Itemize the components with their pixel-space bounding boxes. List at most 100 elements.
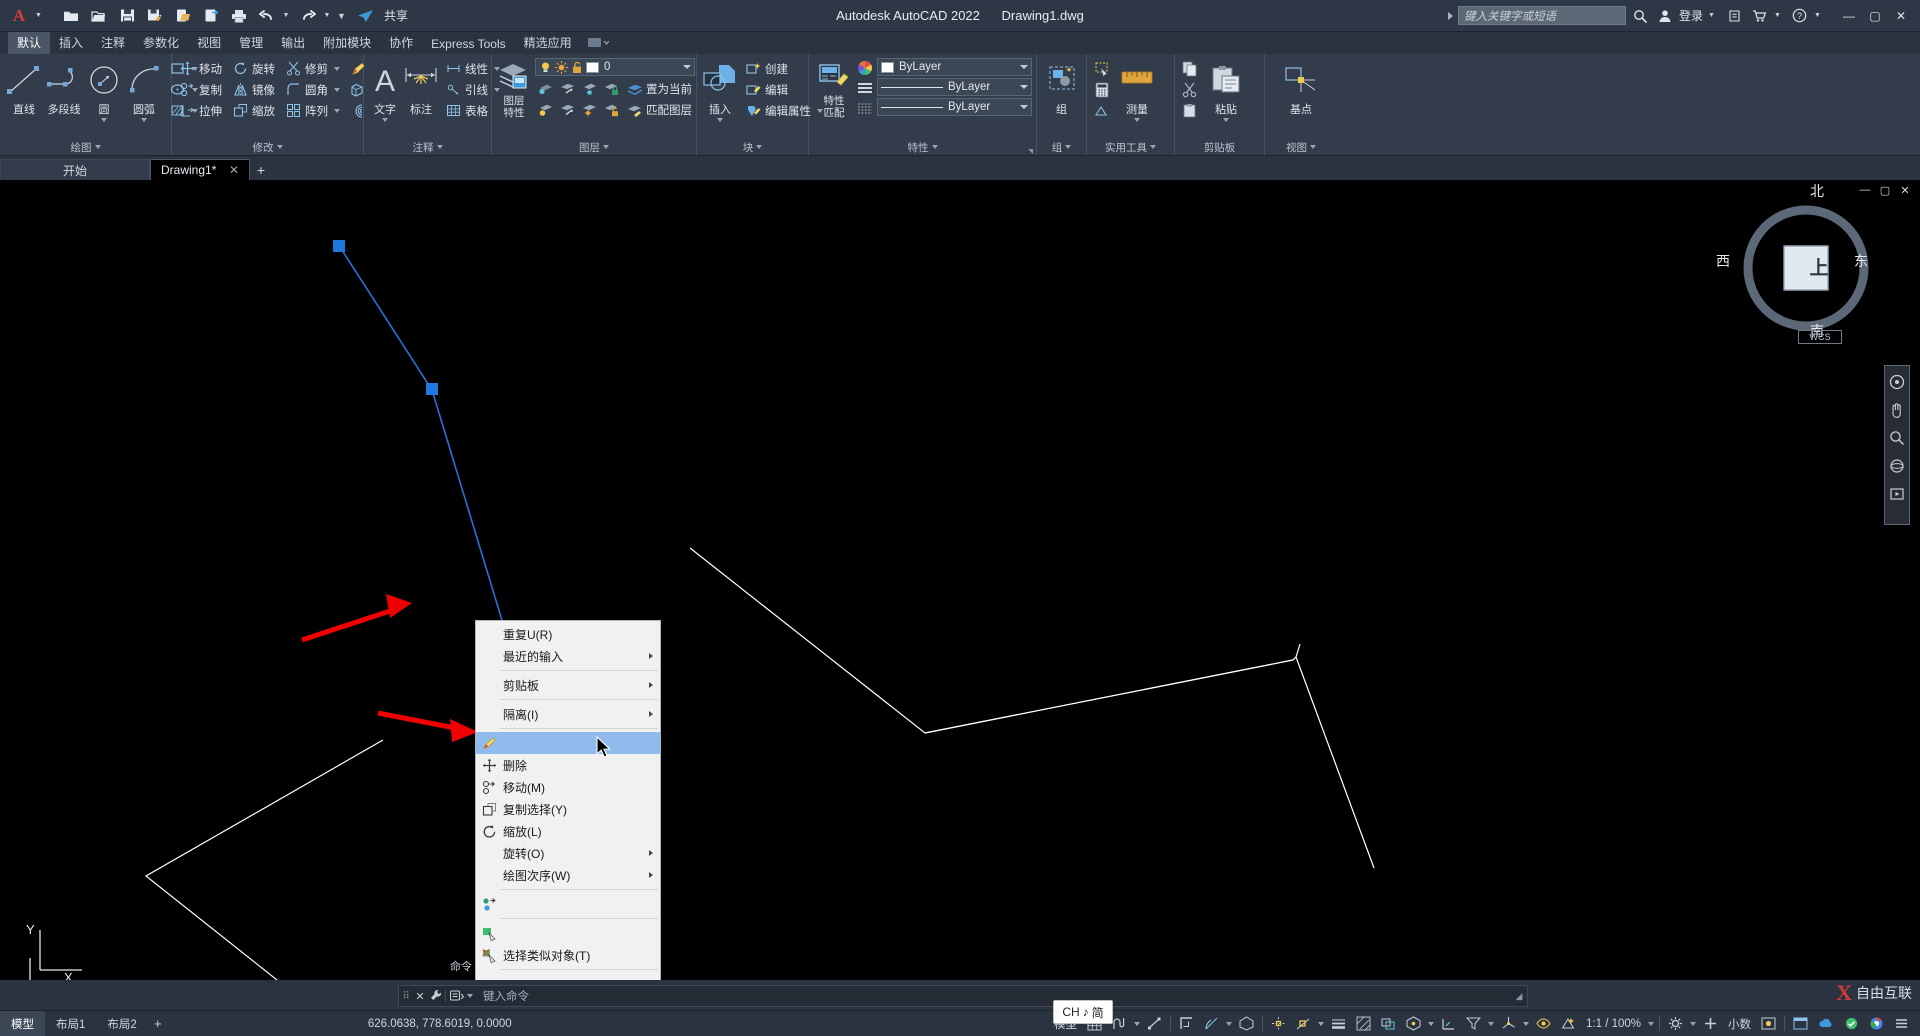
app-menu-dropdown-icon[interactable]: ▼ bbox=[34, 4, 46, 28]
dynamic-ucs-toggle[interactable] bbox=[1436, 1011, 1461, 1036]
clipboard-cut-button[interactable] bbox=[1179, 79, 1201, 100]
modify-panel-expand-icon[interactable] bbox=[276, 145, 283, 149]
object-snap-toggle[interactable] bbox=[1291, 1011, 1316, 1036]
context-menu-item-add-selected[interactable] bbox=[476, 893, 660, 915]
command-line-resize-grip[interactable]: ◢ bbox=[1511, 991, 1527, 1002]
polar-dropdown-icon[interactable] bbox=[1224, 1011, 1234, 1036]
scale-dropdown-icon[interactable] bbox=[1646, 1011, 1656, 1036]
layer-freeze-button[interactable] bbox=[579, 78, 601, 99]
context-menu-item-deselect-all[interactable]: 选择类似对象(T) bbox=[476, 944, 660, 966]
new-file-icon[interactable] bbox=[58, 4, 84, 28]
layer-thaw-button[interactable] bbox=[579, 99, 601, 120]
ribbon-tab-addins[interactable]: 附加模块 bbox=[314, 32, 380, 54]
ribbon-tab-default[interactable]: 默认 bbox=[8, 32, 51, 54]
layer-properties-button[interactable]: 图层 特性 bbox=[496, 58, 532, 121]
file-tab-start[interactable]: 开始 bbox=[0, 159, 150, 180]
minimize-button[interactable]: — bbox=[1836, 4, 1862, 28]
search-input[interactable]: 键入关键字或短语 bbox=[1457, 6, 1626, 25]
canvas-close-button[interactable]: ✕ bbox=[1896, 182, 1914, 198]
modify-fillet-dropdown-icon[interactable] bbox=[334, 87, 340, 92]
layer-isolate-button[interactable] bbox=[557, 78, 579, 99]
selection-filter-toggle[interactable] bbox=[1461, 1011, 1486, 1036]
linetype-combo[interactable]: ByLayer bbox=[877, 78, 1032, 96]
ribbon-tab-express-tools[interactable]: Express Tools bbox=[422, 35, 514, 54]
canvas-minimize-button[interactable]: — bbox=[1856, 182, 1874, 198]
annotation-text-button[interactable]: A 文字 bbox=[368, 58, 402, 124]
layer-match-button[interactable]: 匹配图层 bbox=[623, 99, 695, 120]
ribbon-tab-collaborate[interactable]: 协作 bbox=[380, 32, 422, 54]
context-menu-item-move[interactable]: 删除 bbox=[476, 754, 660, 776]
tray-chrome-icon[interactable] bbox=[1864, 1011, 1889, 1036]
isometric-toggle[interactable] bbox=[1234, 1011, 1259, 1036]
clipboard-copy-button[interactable] bbox=[1179, 58, 1201, 79]
share-icon[interactable] bbox=[352, 4, 378, 28]
gizmo-dropdown-icon[interactable] bbox=[1521, 1011, 1531, 1036]
polar-tracking-toggle[interactable] bbox=[1199, 1011, 1224, 1036]
ribbon-tab-parametric[interactable]: 参数化 bbox=[134, 32, 188, 54]
context-menu-item-clipboard[interactable]: 剪贴板 bbox=[476, 674, 660, 696]
context-menu-item-draw-order[interactable]: 旋转(O) bbox=[476, 842, 660, 864]
infer-constraints-toggle[interactable] bbox=[1142, 1011, 1167, 1036]
redo-icon[interactable] bbox=[295, 4, 321, 28]
command-input[interactable]: 键入命令 bbox=[477, 988, 1511, 1004]
quick-calc-tool-button[interactable] bbox=[1091, 79, 1113, 100]
ribbon-tab-view[interactable]: 视图 bbox=[188, 32, 230, 54]
annotation-visibility-toggle[interactable] bbox=[1531, 1011, 1556, 1036]
context-menu-item-copy-selection[interactable]: 移动(M) bbox=[476, 776, 660, 798]
modify-copy-button[interactable]: 复制 bbox=[176, 79, 225, 100]
ribbon-tab-manage[interactable]: 管理 bbox=[230, 32, 272, 54]
navigation-bar[interactable] bbox=[1884, 365, 1910, 525]
draw-line-button[interactable]: 直线 bbox=[4, 58, 44, 119]
search-expand-icon[interactable] bbox=[1447, 11, 1453, 20]
undo-dropdown-icon[interactable]: ▼ bbox=[282, 4, 293, 28]
ortho-toggle[interactable] bbox=[1174, 1011, 1199, 1036]
match-properties-button[interactable]: 特性 匹配 bbox=[813, 58, 855, 121]
context-menu-item-scale[interactable]: 复制选择(Y) bbox=[476, 798, 660, 820]
view-cube[interactable]: 上 北 南 西 东 bbox=[1716, 183, 1869, 339]
context-menu-item-rotate[interactable]: 缩放(L) bbox=[476, 820, 660, 842]
layout-tab-layout1[interactable]: 布局1 bbox=[45, 1011, 96, 1036]
ribbon-tab-output[interactable]: 输出 bbox=[272, 32, 314, 54]
base-point-button[interactable]: 基点 bbox=[1277, 58, 1325, 119]
draw-polyline-button[interactable]: 多段线 bbox=[44, 58, 84, 119]
ribbon-tab-insert[interactable]: 插入 bbox=[50, 32, 92, 54]
linetype-combo-dropdown-icon[interactable] bbox=[1020, 85, 1028, 89]
draw-circle-dropdown-icon[interactable] bbox=[101, 118, 107, 122]
groups-panel-expand-icon[interactable] bbox=[1065, 145, 1072, 149]
block-panel-expand-icon[interactable] bbox=[756, 145, 763, 149]
layer-off-button[interactable] bbox=[535, 78, 557, 99]
draw-arc-dropdown-icon[interactable] bbox=[141, 118, 147, 122]
modify-rotate-button[interactable]: 旋转 bbox=[229, 58, 278, 79]
modify-fillet-button[interactable]: 圆角 bbox=[282, 79, 343, 100]
command-line-grip[interactable]: ⠿ bbox=[399, 991, 413, 1002]
annotation-scale-display[interactable]: 1:1 / 100% bbox=[1581, 1011, 1646, 1036]
annotation-text-dropdown-icon[interactable] bbox=[382, 118, 388, 122]
modify-array-dropdown-icon[interactable] bbox=[334, 108, 340, 113]
app-menu-icon[interactable]: A bbox=[6, 4, 32, 28]
login-button[interactable]: 登录 bbox=[1679, 7, 1703, 24]
draw-arc-button[interactable]: 圆弧 bbox=[124, 58, 164, 124]
modify-mirror-button[interactable]: 镜像 bbox=[229, 79, 278, 100]
drawing-canvas[interactable]: — ▢ ✕ Y X 上 北 南 西 东 WCS 重复U(R) 最近的输入 剪贴板… bbox=[0, 180, 1920, 980]
tray-cloud-icon[interactable] bbox=[1813, 1011, 1839, 1036]
context-menu-item-subobject-filter[interactable] bbox=[476, 973, 660, 980]
gizmo-toggle[interactable] bbox=[1496, 1011, 1521, 1036]
group-button[interactable]: 组 bbox=[1041, 58, 1082, 119]
selection-cycling-toggle[interactable] bbox=[1376, 1011, 1401, 1036]
file-tab-add-button[interactable]: + bbox=[250, 159, 272, 180]
layout-tab-model[interactable]: 模型 bbox=[0, 1010, 45, 1036]
lineweight-toggle[interactable] bbox=[1326, 1011, 1351, 1036]
cloud-open-icon[interactable] bbox=[198, 4, 224, 28]
draw-circle-button[interactable]: 圆 bbox=[84, 58, 124, 124]
open-file-icon[interactable] bbox=[86, 4, 112, 28]
context-menu-item-group[interactable]: 绘图次序(W) bbox=[476, 864, 660, 886]
annotation-panel-expand-icon[interactable] bbox=[436, 145, 443, 149]
wcs-indicator[interactable]: WCS bbox=[1798, 330, 1842, 344]
context-menu-item-repeat-u[interactable]: 重复U(R) bbox=[476, 623, 660, 645]
share-label[interactable]: 共享 bbox=[384, 7, 408, 24]
paste-dropdown-icon[interactable] bbox=[1223, 118, 1229, 122]
measure-button[interactable]: 测量 bbox=[1115, 58, 1159, 124]
object-snap-tracking-toggle[interactable] bbox=[1266, 1011, 1291, 1036]
modify-move-button[interactable]: 移动 bbox=[176, 58, 225, 79]
command-history-icon[interactable] bbox=[445, 990, 477, 1002]
